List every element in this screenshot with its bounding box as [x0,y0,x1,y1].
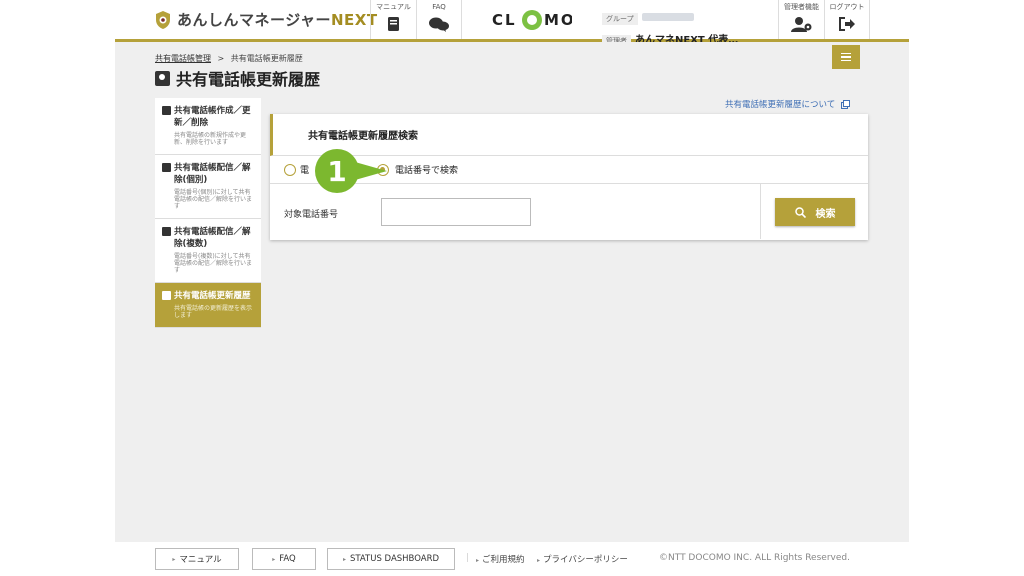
footer-status-button[interactable]: ▸ STATUS DASHBOARD [327,548,455,570]
footer-privacy-link[interactable]: ▸ プライバシーポリシー [537,553,628,565]
manual-label: マニュアル [376,3,411,11]
footer: ▸ マニュアル ▸ FAQ ▸ STATUS DASHBOARD | ▸ ご利用規約 ▸… [0,542,1024,576]
app-header: あんしんマネージャーNEXT マニュアル FAQ CL MO グループ 管理者あ… [115,0,909,47]
chat-bubbles-icon [429,17,449,32]
contact-book-icon [162,106,171,115]
help-link-text: 共有電話帳更新履歴について [725,100,836,110]
footer-privacy-label: プライバシーポリシー [543,555,628,565]
admin-settings-button[interactable]: 管理者機能 [778,0,824,39]
contact-book-icon [162,227,171,236]
radio-label-1: 電 [300,166,310,176]
sidebar-item-deliver-single[interactable]: 共有電話帳配信／解除(個別) 電話番号(個別)に対して共有電話帳の配信／解除を行… [155,155,261,219]
footer-status-label: STATUS DASHBOARD [349,554,440,564]
radio-label-phone: 電話番号で検索 [395,166,459,176]
faq-button[interactable]: FAQ [416,0,462,39]
faq-label: FAQ [432,3,446,11]
sidebar-item-deliver-multiple[interactable]: 共有電話帳配信／解除(複数) 電話番号(複数)に対して共有電話帳の配信／解除を行… [155,219,261,283]
svg-text:CL: CL [492,11,517,29]
hamburger-menu-button[interactable] [832,45,860,69]
divider [760,184,761,239]
footer-terms-link[interactable]: ▸ ご利用規約 [476,553,525,565]
search-button[interactable]: 検索 [775,198,855,226]
sidebar-item-desc: 電話番号(個別)に対して共有電話帳の配信／解除を行います [174,189,253,210]
sidebar-item-title: 共有電話帳更新履歴 [174,291,251,301]
arrow-right-icon: ▸ [172,555,176,563]
copyright: ©NTT DOCOMO INC. ALL Rights Reserved. [659,553,850,563]
manual-button[interactable]: マニュアル [370,0,416,39]
svg-text:MO: MO [544,11,572,29]
step-callout: 1 [315,149,387,193]
book-icon [388,17,399,31]
sidebar-item-desc: 共有電話帳の新規作成や更新、削除を行います [174,132,247,146]
contact-book-icon [162,163,171,172]
radio-search-mode-1[interactable] [284,163,296,176]
footer-manual-label: マニュアル [179,555,222,565]
hamburger-line [841,52,851,55]
sidebar: 共有電話帳作成／更新／削除 共有電話帳の新規作成や更新、削除を行います 共有電話… [155,98,261,328]
breadcrumb-parent-link[interactable]: 共有電話帳管理 [155,54,211,63]
shield-logo-icon [156,10,170,29]
app-title: あんしんマネージャーNEXT [177,11,378,29]
admin-settings-label: 管理者機能 [784,3,819,11]
footer-manual-button[interactable]: ▸ マニュアル [155,548,239,570]
main-area: 共有電話帳管理 > 共有電話帳更新履歴 共有電話帳更新履歴 共有電話帳作成／更新… [115,42,909,542]
breadcrumb-separator: > [217,54,225,63]
clomo-brand: CL MO [492,9,574,35]
arrow-right-icon: ▸ [476,557,480,564]
footer-faq-button[interactable]: ▸ FAQ [252,548,316,570]
sidebar-item-desc: 共有電話帳の更新履歴を表示します [174,305,253,319]
page-title: 共有電話帳更新履歴 [155,66,320,90]
phone-number-input[interactable] [381,198,531,226]
user-gear-icon [790,17,811,32]
contact-book-icon [155,70,170,86]
group-tag: グループ [602,13,638,25]
sidebar-item-history[interactable]: 共有電話帳更新履歴 共有電話帳の更新履歴を表示します [155,283,261,328]
search-icon [794,206,806,218]
sidebar-item-create[interactable]: 共有電話帳作成／更新／削除 共有電話帳の新規作成や更新、削除を行います [155,98,261,155]
breadcrumb: 共有電話帳管理 > 共有電話帳更新履歴 [155,53,303,64]
clomo-logo-icon: CL MO [492,10,574,30]
group-value-redacted [641,12,694,21]
arrow-right-icon: ▸ [342,555,346,563]
phone-number-label: 対象電話番号 [284,210,339,220]
footer-divider: | [466,553,469,563]
sidebar-item-desc: 電話番号(複数)に対して共有電話帳の配信／解除を行います [174,253,253,274]
footer-faq-label: FAQ [279,554,296,564]
logout-label: ログアウト [829,3,865,11]
app-logo[interactable]: あんしんマネージャーNEXT [155,9,378,30]
help-link[interactable]: 共有電話帳更新履歴について [725,98,850,110]
logout-button[interactable]: ログアウト [824,0,870,39]
step-number: 1 [327,155,346,188]
external-link-icon [840,100,850,109]
footer-terms-label: ご利用規約 [482,555,525,565]
sidebar-item-title: 共有電話帳配信／解除(個別) [174,163,251,185]
search-button-label: 検索 [815,208,836,220]
hamburger-line [841,59,851,62]
hamburger-line [841,56,851,58]
logout-icon [839,17,855,31]
arrow-right-icon: ▸ [272,555,276,563]
sidebar-item-title: 共有電話帳配信／解除(複数) [174,227,251,249]
arrow-right-icon: ▸ [537,557,541,564]
sidebar-item-title: 共有電話帳作成／更新／削除 [174,106,251,128]
breadcrumb-current: 共有電話帳更新履歴 [230,54,303,63]
contact-book-icon [162,291,171,300]
page-title-text: 共有電話帳更新履歴 [176,70,321,89]
